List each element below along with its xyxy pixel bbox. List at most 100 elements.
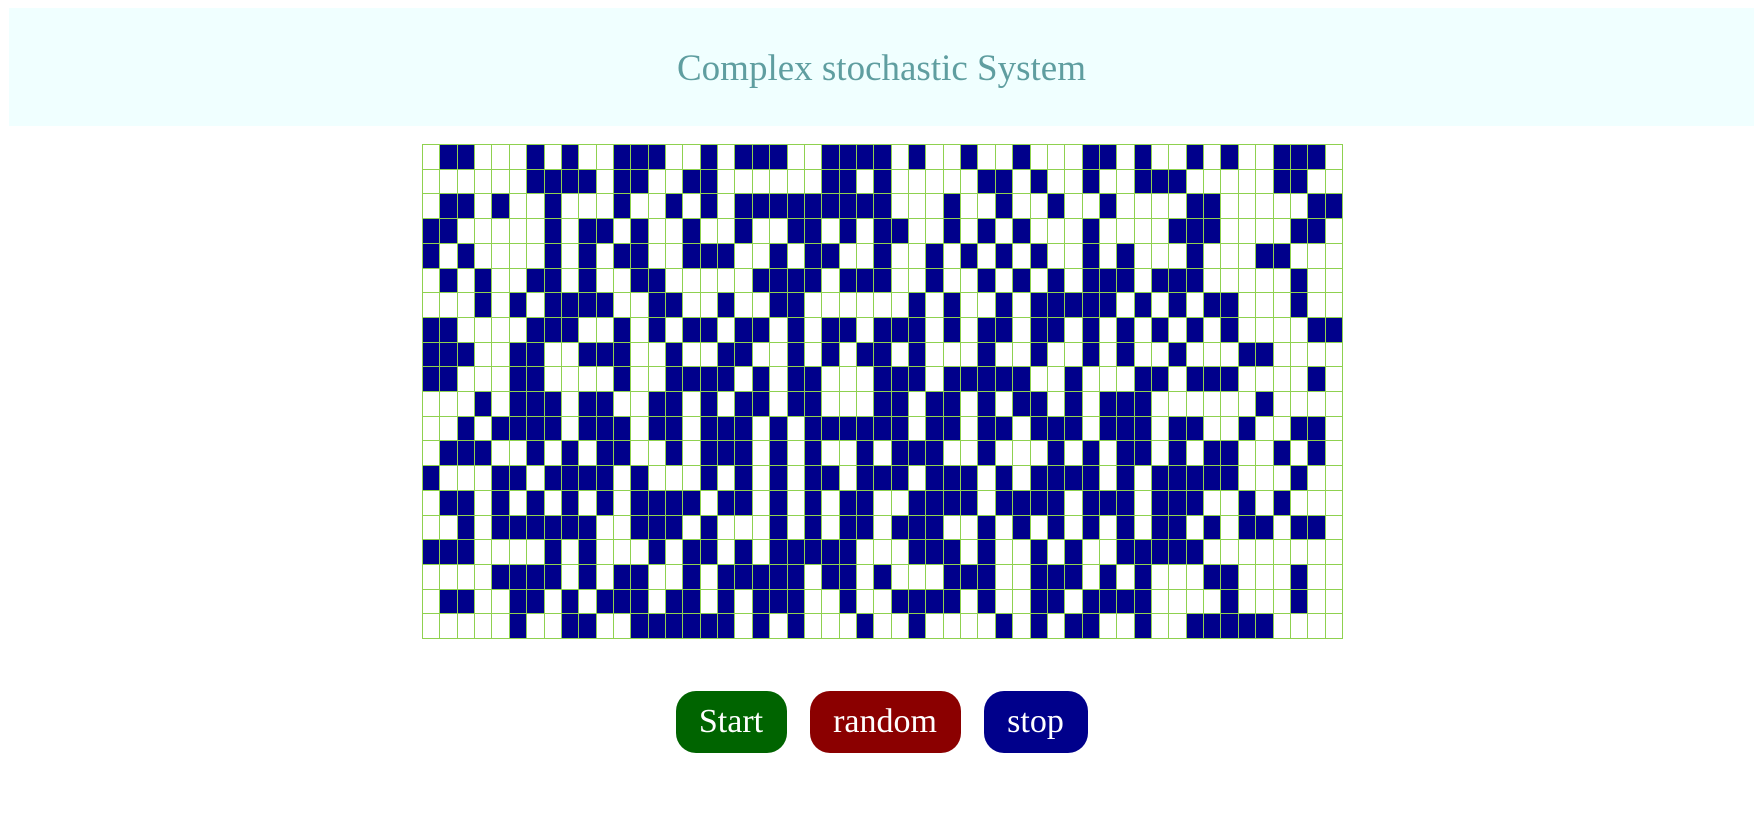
- grid-cell[interactable]: [961, 540, 979, 565]
- grid-cell[interactable]: [926, 367, 944, 392]
- grid-cell[interactable]: [700, 169, 719, 195]
- grid-cell[interactable]: [856, 243, 875, 269]
- grid-cell[interactable]: [1152, 614, 1170, 639]
- grid-cell[interactable]: [561, 169, 580, 195]
- grid-cell[interactable]: [978, 416, 996, 442]
- grid-cell[interactable]: [822, 466, 840, 491]
- grid-cell[interactable]: [978, 540, 996, 565]
- grid-cell[interactable]: [666, 219, 684, 244]
- grid-cell[interactable]: [423, 490, 441, 516]
- grid-cell[interactable]: [1065, 367, 1083, 392]
- grid-cell[interactable]: [423, 145, 441, 170]
- grid-cell[interactable]: [770, 466, 788, 491]
- grid-cell[interactable]: [613, 441, 632, 467]
- grid-cell[interactable]: [475, 219, 493, 244]
- grid-cell[interactable]: [856, 342, 875, 368]
- grid-cell[interactable]: [579, 564, 597, 590]
- grid-cell[interactable]: [891, 169, 910, 195]
- grid-cell[interactable]: [1082, 194, 1100, 220]
- grid-cell[interactable]: [683, 145, 701, 170]
- grid-cell[interactable]: [1047, 342, 1066, 368]
- grid-cell[interactable]: [1065, 564, 1083, 590]
- grid-cell[interactable]: [1273, 490, 1291, 516]
- grid-cell[interactable]: [440, 441, 458, 467]
- grid-cell[interactable]: [631, 317, 649, 343]
- grid-cell[interactable]: [1099, 540, 1118, 565]
- grid-cell[interactable]: [926, 540, 944, 565]
- grid-cell[interactable]: [527, 392, 545, 417]
- grid-cell[interactable]: [770, 169, 788, 195]
- grid-cell[interactable]: [1256, 441, 1274, 467]
- grid-cell[interactable]: [1290, 540, 1309, 565]
- grid-cell[interactable]: [1325, 441, 1343, 467]
- grid-cell[interactable]: [718, 243, 736, 269]
- grid-cell[interactable]: [926, 589, 944, 615]
- grid-cell[interactable]: [1099, 169, 1118, 195]
- grid-cell[interactable]: [718, 589, 736, 615]
- grid-cell[interactable]: [509, 268, 528, 294]
- grid-cell[interactable]: [1238, 441, 1257, 467]
- grid-cell[interactable]: [1308, 169, 1326, 195]
- grid-cell[interactable]: [1047, 540, 1066, 565]
- grid-cell[interactable]: [909, 194, 927, 220]
- grid-cell[interactable]: [1117, 293, 1135, 318]
- grid-cell[interactable]: [804, 490, 823, 516]
- grid-cell[interactable]: [874, 466, 892, 491]
- grid-cell[interactable]: [961, 416, 979, 442]
- grid-cell[interactable]: [440, 614, 458, 639]
- grid-cell[interactable]: [961, 317, 979, 343]
- grid-cell[interactable]: [891, 540, 910, 565]
- grid-cell[interactable]: [613, 169, 632, 195]
- grid-cell[interactable]: [1047, 268, 1066, 294]
- grid-cell[interactable]: [631, 268, 649, 294]
- grid-cell[interactable]: [874, 293, 892, 318]
- grid-cell[interactable]: [804, 243, 823, 269]
- grid-cell[interactable]: [787, 392, 805, 417]
- grid-cell[interactable]: [1030, 268, 1048, 294]
- grid-cell[interactable]: [561, 219, 580, 244]
- grid-cell[interactable]: [648, 490, 667, 516]
- grid-cell[interactable]: [1308, 293, 1326, 318]
- grid-cell[interactable]: [700, 367, 719, 392]
- grid-cell[interactable]: [770, 219, 788, 244]
- grid-cell[interactable]: [770, 367, 788, 392]
- grid-cell[interactable]: [596, 614, 614, 639]
- grid-cell[interactable]: [1204, 540, 1222, 565]
- grid-cell[interactable]: [839, 367, 857, 392]
- grid-cell[interactable]: [752, 564, 771, 590]
- grid-cell[interactable]: [1013, 219, 1031, 244]
- grid-cell[interactable]: [1169, 342, 1187, 368]
- cell-grid[interactable]: [422, 144, 1343, 639]
- grid-cell[interactable]: [909, 243, 927, 269]
- grid-cell[interactable]: [995, 441, 1014, 467]
- grid-cell[interactable]: [561, 564, 580, 590]
- grid-cell[interactable]: [1186, 392, 1205, 417]
- grid-cell[interactable]: [492, 515, 510, 541]
- grid-cell[interactable]: [1030, 540, 1048, 565]
- grid-cell[interactable]: [596, 317, 614, 343]
- grid-cell[interactable]: [631, 392, 649, 417]
- grid-cell[interactable]: [839, 194, 857, 220]
- grid-cell[interactable]: [544, 490, 562, 516]
- grid-cell[interactable]: [1099, 243, 1118, 269]
- grid-cell[interactable]: [1082, 564, 1100, 590]
- grid-cell[interactable]: [1186, 219, 1205, 244]
- grid-cell[interactable]: [666, 268, 684, 294]
- grid-cell[interactable]: [1273, 317, 1291, 343]
- grid-cell[interactable]: [943, 367, 962, 392]
- grid-cell[interactable]: [1290, 219, 1309, 244]
- grid-cell[interactable]: [926, 441, 944, 467]
- grid-cell[interactable]: [527, 589, 545, 615]
- grid-cell[interactable]: [423, 564, 441, 590]
- grid-cell[interactable]: [579, 243, 597, 269]
- grid-cell[interactable]: [735, 169, 753, 195]
- grid-cell[interactable]: [926, 243, 944, 269]
- grid-cell[interactable]: [961, 466, 979, 491]
- grid-cell[interactable]: [822, 317, 840, 343]
- grid-cell[interactable]: [527, 564, 545, 590]
- grid-cell[interactable]: [440, 540, 458, 565]
- grid-cell[interactable]: [822, 441, 840, 467]
- grid-cell[interactable]: [1221, 589, 1239, 615]
- grid-cell[interactable]: [1134, 540, 1153, 565]
- grid-cell[interactable]: [1030, 564, 1048, 590]
